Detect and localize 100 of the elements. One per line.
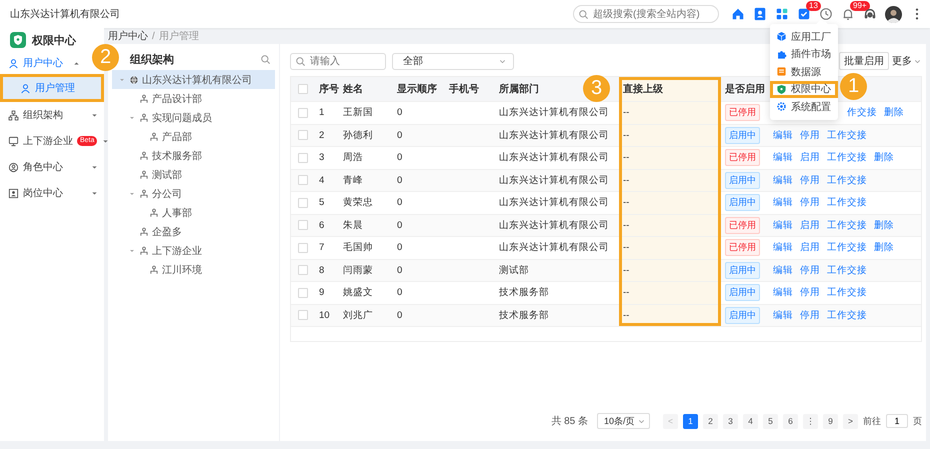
page-button[interactable]: 3 [723, 414, 738, 428]
goto-label: 前往 [863, 414, 881, 428]
search-icon [295, 56, 306, 66]
action-link[interactable]: 编辑 [773, 128, 793, 142]
menu-item[interactable]: 数据源 [770, 63, 838, 80]
page-button[interactable]: 1 [683, 414, 698, 428]
checkbox[interactable] [298, 220, 308, 230]
action-link[interactable]: 停用 [800, 128, 820, 142]
action-link[interactable]: 工作交接 [827, 151, 867, 164]
action-link[interactable]: 工作交接 [827, 286, 867, 300]
menu-item[interactable]: 应用工厂 [770, 28, 838, 46]
page-input[interactable]: 1 [886, 414, 908, 428]
page-size-select[interactable]: 10条/页 [597, 413, 650, 429]
action-link[interactable]: 工作交接 [827, 128, 867, 142]
bell-icon[interactable] [841, 7, 855, 21]
sidebar-item[interactable]: 岗位中心 [0, 180, 104, 206]
search-icon[interactable] [260, 54, 271, 64]
sidebar-item[interactable]: 角色中心 [0, 154, 104, 180]
contact-card-icon[interactable] [753, 7, 767, 21]
action-link[interactable]: 启用 [800, 241, 820, 254]
home-icon[interactable] [731, 7, 745, 21]
action-link[interactable]: 启用 [800, 151, 820, 164]
search-field[interactable]: 超级搜索(搜索全站内容) [573, 5, 719, 23]
action-link[interactable]: 启用 [800, 218, 820, 232]
checkbox[interactable] [298, 152, 308, 163]
action-link[interactable]: 编辑 [773, 241, 793, 254]
tree-node[interactable]: 山东兴达计算机有限公司 [112, 70, 275, 89]
tree-node[interactable]: 分公司 [112, 184, 275, 203]
filter-select[interactable]: 全部 [392, 52, 514, 70]
tree-node[interactable]: 技术服务部 [112, 146, 275, 165]
action-link[interactable]: 编辑 [773, 264, 793, 277]
menu-item[interactable]: 权限中心 [770, 80, 838, 98]
action-link[interactable]: 编辑 [773, 174, 793, 187]
user-avatar[interactable] [885, 6, 902, 22]
action-link[interactable]: 编辑 [773, 308, 793, 322]
checkbox[interactable] [298, 310, 308, 320]
search-field[interactable]: 请输入 [290, 52, 386, 70]
tree-node[interactable]: 企盈多 [112, 222, 275, 241]
sidebar-label: 角色中心 [23, 160, 63, 174]
tree-node[interactable]: 产品部 [112, 127, 275, 146]
apps-grid-icon[interactable] [775, 7, 789, 21]
tree-node[interactable]: 实现问题成员 [112, 108, 275, 127]
sidebar-label: 用户中心 [23, 56, 63, 70]
table-cell: 0 [397, 264, 402, 276]
action-link[interactable]: 编辑 [773, 196, 793, 210]
action-link[interactable]: 工作交接 [827, 174, 867, 187]
bulk-enable-button[interactable]: 批量启用 [839, 52, 889, 70]
action-link[interactable]: 删除 [874, 241, 894, 254]
next-page-button[interactable]: > [843, 414, 858, 428]
page-button[interactable]: 5 [763, 414, 778, 428]
checkbox[interactable] [298, 198, 308, 208]
checkbox[interactable] [298, 265, 308, 276]
page-button[interactable]: 4 [743, 414, 758, 428]
action-link[interactable]: 工作交接 [827, 218, 867, 232]
tree-node[interactable]: 产品设计部 [112, 89, 275, 108]
menu-item[interactable]: 系统配置 [770, 98, 838, 116]
action-link[interactable]: 编辑 [773, 151, 793, 164]
action-link[interactable]: 停用 [800, 196, 820, 210]
action-link[interactable]: 作交接 [847, 106, 877, 120]
action-link[interactable]: 删除 [874, 151, 894, 164]
action-link[interactable]: 删除 [884, 106, 904, 120]
clock-icon[interactable] [819, 7, 833, 21]
page-button[interactable]: 2 [703, 414, 718, 428]
headset-icon[interactable] [863, 7, 877, 21]
checkbox[interactable] [298, 130, 308, 140]
org-node-icon [139, 150, 149, 160]
action-link[interactable]: 工作交接 [827, 308, 867, 322]
breadcrumb-item[interactable]: 用户管理 [158, 29, 199, 43]
checkbox[interactable] [298, 175, 308, 186]
table-cell: 8 [319, 264, 324, 276]
page-button[interactable]: ⋮ [803, 414, 818, 428]
action-link[interactable]: 编辑 [773, 286, 793, 300]
sidebar-item[interactable]: 用户管理 [0, 74, 104, 102]
tree-node[interactable]: 人事部 [112, 203, 275, 222]
action-link[interactable]: 工作交接 [827, 196, 867, 210]
tree-node[interactable]: 江川环境 [112, 260, 275, 279]
action-link[interactable]: 停用 [800, 174, 820, 187]
action-link[interactable]: 工作交接 [827, 241, 867, 254]
action-link[interactable]: 停用 [800, 308, 820, 322]
action-link[interactable]: 停用 [800, 286, 820, 300]
action-link[interactable]: 工作交接 [827, 264, 867, 277]
checklist-icon[interactable] [797, 7, 811, 21]
breadcrumb-item[interactable]: 用户中心 [108, 29, 148, 43]
globe-icon [129, 74, 139, 84]
tree-node[interactable]: 上下游企业 [112, 241, 275, 260]
menu-item[interactable]: 插件市场 [770, 46, 838, 63]
action-link[interactable]: 删除 [874, 218, 894, 232]
checkbox[interactable] [298, 84, 308, 94]
action-link[interactable]: 编辑 [773, 218, 793, 232]
more-button[interactable]: 更多 [892, 54, 922, 68]
tree-node[interactable]: 测试部 [112, 165, 275, 184]
page-button[interactable]: 6 [783, 414, 798, 428]
sidebar-item[interactable]: 组织架构 [0, 102, 104, 128]
checkbox[interactable] [298, 108, 308, 118]
checkbox[interactable] [298, 288, 308, 298]
checkbox[interactable] [298, 242, 308, 253]
status-tag: 已停用 [725, 216, 760, 234]
sidebar-item[interactable]: 用户中心 [0, 52, 86, 74]
action-link[interactable]: 停用 [800, 264, 820, 277]
page-button[interactable]: 9 [823, 414, 838, 428]
